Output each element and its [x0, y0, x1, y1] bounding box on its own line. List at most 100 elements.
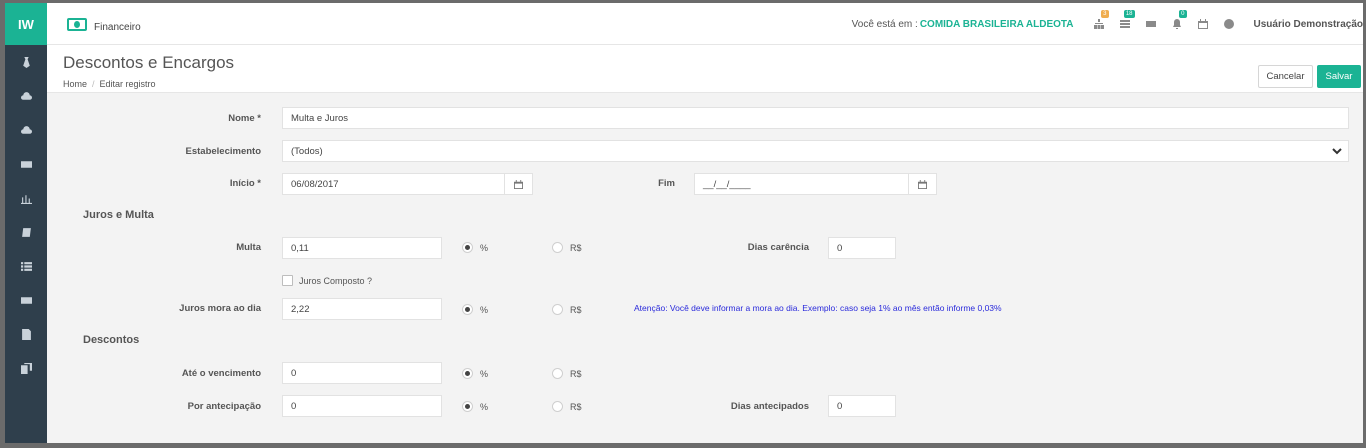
- radio-selected: [462, 304, 473, 315]
- multa-rs-radio[interactable]: R$: [552, 242, 582, 253]
- sidebar-item-book[interactable]: [5, 215, 47, 249]
- topbar: Financeiro Você está em : COMIDA BRASILE…: [47, 3, 1363, 45]
- page-title: Descontos e Encargos: [63, 53, 235, 72]
- sidebar-item-credit[interactable]: [5, 283, 47, 317]
- multa-percent-radio[interactable]: %: [462, 242, 488, 253]
- cancel-button[interactable]: Cancelar: [1258, 65, 1313, 88]
- topbar-right: Você está em : COMIDA BRASILEIRA ALDEOTA…: [851, 10, 1363, 31]
- antecipacao-rs-radio[interactable]: R$: [552, 401, 582, 412]
- location-label: Você está em :: [851, 18, 918, 30]
- calendar-icon: [1197, 19, 1208, 29]
- nome-input[interactable]: Multa e Juros: [282, 107, 1349, 129]
- sidebar-item-download[interactable]: [5, 79, 47, 113]
- radio-label: %: [480, 401, 489, 412]
- file-text-icon: [21, 328, 31, 340]
- estabelecimento-label: Estabelecimento: [185, 146, 262, 157]
- sidebar: IW: [5, 3, 47, 443]
- tie-icon: [22, 56, 30, 68]
- dias-carencia-input[interactable]: 0: [828, 237, 896, 259]
- sidebar-item-tie[interactable]: [5, 45, 47, 79]
- breadcrumb-current: Editar registro: [99, 79, 156, 89]
- sidebar-item-list[interactable]: [5, 249, 47, 283]
- inicio-label: Início *: [229, 178, 261, 189]
- sidebar-item-copy[interactable]: [5, 351, 47, 385]
- breadcrumb-home[interactable]: Home: [63, 79, 87, 89]
- help-button[interactable]: [1219, 17, 1239, 31]
- juros-mora-label: Juros mora ao dia: [179, 303, 261, 314]
- card-button[interactable]: [1141, 17, 1161, 31]
- antecipacao-label: Por antecipação: [187, 401, 261, 412]
- fim-input[interactable]: __/__/____: [694, 173, 909, 195]
- sidebar-item-file[interactable]: [5, 317, 47, 351]
- ate-vencimento-percent-radio[interactable]: %: [462, 368, 488, 379]
- tasks-badge: 18: [1123, 10, 1135, 18]
- dias-antecipados-input[interactable]: 0: [828, 395, 896, 417]
- checkbox-box: [282, 275, 293, 286]
- inicio-calendar-button[interactable]: [505, 173, 533, 195]
- breadcrumb: Home / Editar registro: [63, 79, 156, 89]
- radio-label: R$: [570, 304, 582, 315]
- radio-selected: [462, 368, 473, 379]
- location-value[interactable]: COMIDA BRASILEIRA ALDEOTA: [920, 19, 1074, 30]
- juros-mora-rs-radio[interactable]: R$: [552, 304, 582, 315]
- juros-mora-percent-radio[interactable]: %: [462, 304, 488, 315]
- antecipacao-input[interactable]: 0: [282, 395, 442, 417]
- bell-icon: [1172, 19, 1181, 29]
- section-descontos: Descontos: [83, 334, 140, 346]
- radio-selected: [462, 242, 473, 253]
- estabelecimento-value: (Todos): [291, 146, 323, 157]
- radio-unselected: [552, 304, 563, 315]
- app-logo[interactable]: IW: [5, 3, 47, 45]
- juros-mora-input[interactable]: 2,22: [282, 298, 442, 320]
- radio-unselected: [552, 368, 563, 379]
- sidebar-item-chart[interactable]: [5, 181, 47, 215]
- breadcrumb-separator: /: [92, 79, 95, 89]
- radio-label: R$: [570, 368, 582, 379]
- module-indicator[interactable]: Financeiro: [67, 16, 141, 33]
- module-name: Financeiro: [94, 22, 141, 33]
- radio-label: R$: [570, 242, 582, 253]
- user-menu[interactable]: Usuário Demonstração: [1254, 19, 1363, 30]
- tasks-button[interactable]: 18: [1115, 10, 1135, 31]
- card-icon: [1145, 21, 1156, 27]
- copy-icon: [20, 362, 32, 374]
- book-icon: [21, 227, 31, 237]
- sidebar-item-card[interactable]: [5, 147, 47, 181]
- notifications-badge: 0: [1179, 10, 1187, 18]
- radio-label: %: [480, 368, 489, 379]
- radio-label: %: [480, 304, 489, 315]
- section-juros-multa: Juros e Multa: [83, 209, 154, 221]
- dias-antecipados-label: Dias antecipados: [730, 401, 809, 412]
- dias-carencia-label: Dias carência: [747, 242, 809, 253]
- notifications-button[interactable]: 0: [1167, 10, 1187, 31]
- estabelecimento-select[interactable]: (Todos): [282, 140, 1349, 162]
- radio-unselected: [552, 401, 563, 412]
- form: Nome * Multa e Juros Estabelecimento (To…: [47, 94, 1363, 443]
- calendar-button[interactable]: [1193, 17, 1213, 31]
- sitemap-button[interactable]: 3: [1089, 10, 1109, 31]
- checkbox-label: Juros Composto ?: [299, 275, 373, 286]
- sitemap-badge: 3: [1101, 10, 1109, 18]
- radio-selected: [462, 401, 473, 412]
- help-icon: [1223, 19, 1234, 29]
- juros-composto-checkbox[interactable]: Juros Composto ?: [282, 275, 372, 286]
- bar-chart-icon: [20, 194, 32, 204]
- save-button[interactable]: Salvar: [1317, 65, 1361, 88]
- nome-label: Nome *: [228, 113, 261, 124]
- ate-vencimento-rs-radio[interactable]: R$: [552, 368, 582, 379]
- ate-vencimento-label: Até o vencimento: [181, 368, 261, 379]
- radio-unselected: [552, 242, 563, 253]
- money-icon: [67, 18, 87, 31]
- credit-card-icon: [20, 296, 32, 304]
- radio-label: %: [480, 242, 489, 253]
- app-window: IW Financeiro Você está em: COMIDA BRAS…: [5, 3, 1363, 443]
- mora-note: Atenção: Você deve informar a mora ao di…: [634, 303, 1002, 313]
- chevron-down-icon: [1332, 148, 1342, 155]
- ate-vencimento-input[interactable]: 0: [282, 362, 442, 384]
- sidebar-item-upload[interactable]: [5, 113, 47, 147]
- radio-label: R$: [570, 401, 582, 412]
- antecipacao-percent-radio[interactable]: %: [462, 401, 488, 412]
- fim-calendar-button[interactable]: [909, 173, 937, 195]
- inicio-input[interactable]: 06/08/2017: [282, 173, 505, 195]
- multa-input[interactable]: 0,11: [282, 237, 442, 259]
